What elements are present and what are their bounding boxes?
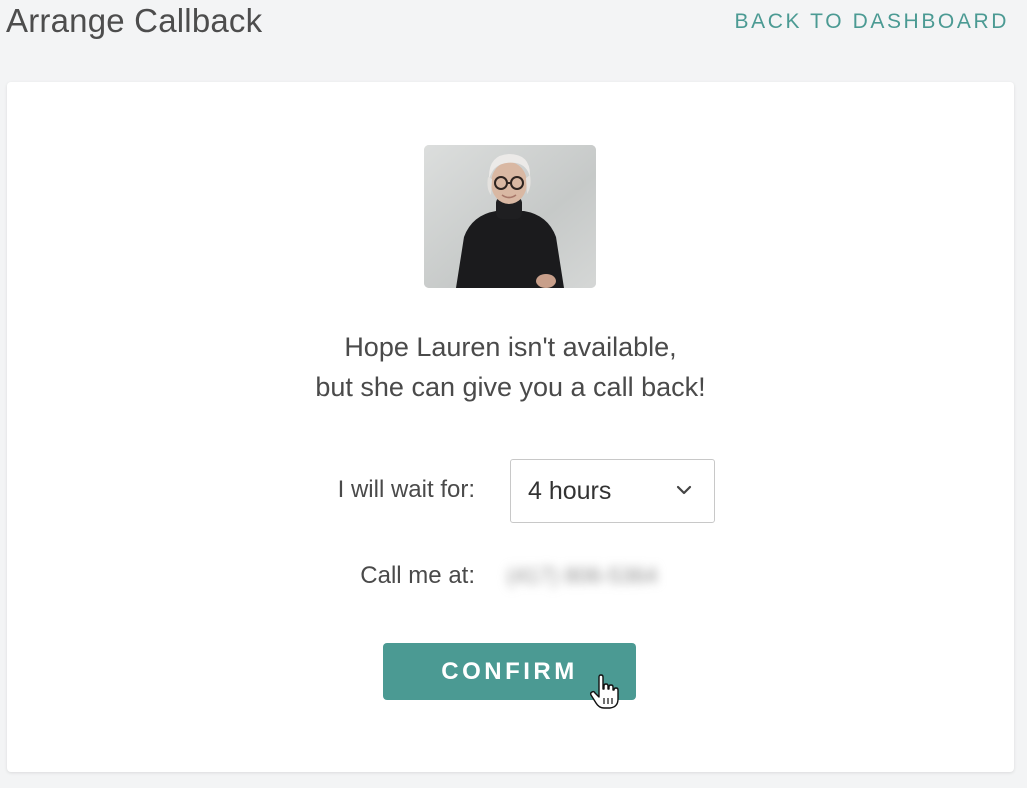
- wait-duration-value: 4 hours: [528, 477, 612, 505]
- wait-label: I will wait for:: [337, 476, 475, 503]
- availability-message: Hope Lauren isn't available, but she can…: [7, 327, 1014, 407]
- agent-portrait-photo: [424, 145, 596, 288]
- hand-pointer-icon: [589, 674, 619, 709]
- phone-number: (417) 806-5364: [507, 563, 697, 593]
- wait-duration-select[interactable]: 4 hours: [510, 459, 715, 523]
- chevron-down-icon: [676, 485, 692, 495]
- page-header: Arrange Callback BACK TO DASHBOARD: [0, 0, 1027, 80]
- call-label: Call me at:: [360, 562, 475, 589]
- message-line-2: but she can give you a call back!: [315, 372, 706, 402]
- back-to-dashboard-link[interactable]: BACK TO DASHBOARD: [735, 10, 1009, 34]
- message-line-1: Hope Lauren isn't available,: [344, 332, 677, 362]
- agent-photo: [424, 145, 596, 288]
- page-title: Arrange Callback: [6, 2, 263, 39]
- phone-number-text: (417) 806-5364: [507, 563, 658, 588]
- callback-card: Hope Lauren isn't available, but she can…: [7, 82, 1014, 772]
